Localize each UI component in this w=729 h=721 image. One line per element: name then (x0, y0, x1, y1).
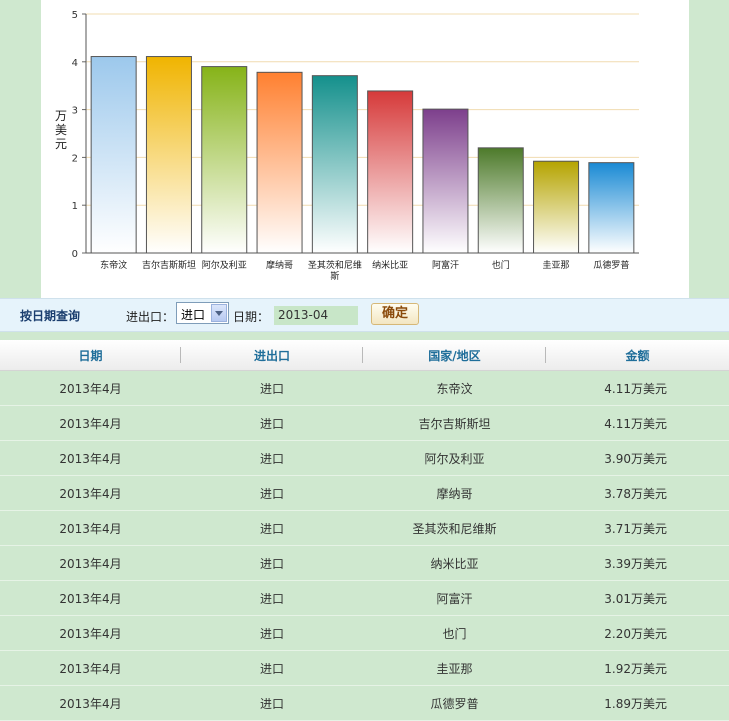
direction-select-value: 进口 (181, 308, 206, 322)
cell-amount: 3.90万美元 (546, 440, 729, 476)
x-tick-label: 圣其茨和尼维斯 (308, 259, 362, 282)
cell-country: 阿尔及利亚 (363, 440, 546, 476)
bar (90, 56, 137, 254)
cell-amount: 3.39万美元 (546, 545, 729, 581)
cell-direction: 进口 (181, 685, 363, 721)
y-tick-label: 0 (72, 249, 78, 260)
table-row: 2013年4月 进口 也门 2.20万美元 (0, 615, 729, 651)
cell-direction: 进口 (181, 475, 363, 511)
cell-date: 2013年4月 (0, 650, 181, 686)
table-header-row: 日期 进出口 国家/地区 金额 (0, 340, 729, 371)
x-tick-label: 瓜德罗普 (593, 259, 629, 271)
cell-country: 也门 (363, 615, 546, 651)
table-row: 2013年4月 进口 纳米比亚 3.39万美元 (0, 545, 729, 581)
table-row: 2013年4月 进口 瓜德罗普 1.89万美元 (0, 685, 729, 721)
bar (201, 66, 248, 254)
y-tick-label: 1 (72, 201, 78, 212)
cell-country: 阿富汗 (363, 580, 546, 616)
query-bar: 按日期查询 进出口： 进口 日期： 2013-04 确定 (0, 298, 729, 332)
cell-country: 东帝汶 (363, 370, 546, 406)
x-tick-label: 摩纳哥 (266, 259, 293, 271)
x-tick-label: 吉尔吉斯斯坦 (142, 259, 196, 271)
bar (533, 160, 580, 254)
cell-direction: 进口 (181, 545, 363, 581)
table-row: 2013年4月 进口 摩纳哥 3.78万美元 (0, 475, 729, 511)
cell-amount: 3.01万美元 (546, 580, 729, 616)
cell-date: 2013年4月 (0, 580, 181, 616)
cell-country: 圭亚那 (363, 650, 546, 686)
table-row: 2013年4月 进口 阿富汗 3.01万美元 (0, 580, 729, 616)
y-tick-label: 4 (72, 58, 78, 69)
cell-amount: 4.11万美元 (546, 370, 729, 406)
cell-amount: 4.11万美元 (546, 405, 729, 441)
bar (422, 108, 469, 254)
cell-direction: 进口 (181, 440, 363, 476)
page: 0 1 2 3 4 5 万美元 东帝汶 吉尔吉斯斯坦 阿尔及利亚 摩纳哥 圣其茨和尼维斯 纳米比亚 阿富汗… (0, 0, 729, 721)
table-row: 2013年4月 进口 东帝汶 4.11万美元 (0, 370, 729, 406)
date-input[interactable]: 2013-04 (274, 306, 358, 325)
cell-amount: 1.92万美元 (546, 650, 729, 686)
y-tick-label: 5 (72, 10, 78, 21)
cell-date: 2013年4月 (0, 685, 181, 721)
query-title: 按日期查询 (20, 309, 81, 323)
bar-chart: 0 1 2 3 4 5 万美元东帝汶 吉尔吉斯斯坦 阿尔及利亚 摩纳哥 圣其茨和尼维斯纳米比亚 阿富汗… (55, 10, 639, 282)
cell-direction: 进口 (181, 405, 363, 441)
cell-direction: 进口 (181, 580, 363, 616)
cell-date: 2013年4月 (0, 510, 181, 546)
cell-direction: 进口 (181, 510, 363, 546)
y-tick-label: 2 (72, 153, 78, 164)
chart-panel: 0 1 2 3 4 5 万美元东帝汶 吉尔吉斯斯坦 阿尔及利亚 摩纳哥 圣其茨和尼维斯 纳米比亚 阿富汗… (41, 0, 689, 298)
column-header-date: 日期 (0, 340, 181, 371)
bar (588, 162, 635, 254)
cell-country: 摩纳哥 (363, 475, 546, 511)
x-tick-label: 纳米比亚 (372, 259, 408, 271)
cell-date: 2013年4月 (0, 615, 181, 651)
cell-amount: 1.89万美元 (546, 685, 729, 721)
cell-date: 2013年4月 (0, 440, 181, 476)
cell-date: 2013年4月 (0, 475, 181, 511)
cell-direction: 进口 (181, 615, 363, 651)
bar (145, 56, 192, 254)
column-header-amount: 金额 (546, 340, 729, 371)
cell-date: 2013年4月 (0, 545, 181, 581)
direction-label: 进出口： (126, 310, 175, 324)
table-row: 2013年4月 进口 阿尔及利亚 3.90万美元 (0, 440, 729, 476)
confirm-button-label: 确定 (381, 306, 408, 321)
data-table: 日期 进出口 国家/地区 金额 2013年4月 进口 东帝汶 4.11万美元 2… (0, 340, 729, 721)
cell-direction: 进口 (181, 650, 363, 686)
x-tick-label: 阿富汗 (432, 259, 459, 271)
cell-country: 吉尔吉斯斯坦 (363, 405, 546, 441)
direction-select[interactable]: 进口 (176, 302, 229, 324)
bar (367, 90, 414, 254)
cell-amount: 2.20万美元 (546, 615, 729, 651)
confirm-button[interactable]: 确定 (371, 303, 419, 325)
chevron-down-icon[interactable] (211, 304, 227, 322)
cell-country: 瓜德罗普 (363, 685, 546, 721)
bar (256, 71, 303, 254)
cell-date: 2013年4月 (0, 370, 181, 406)
bar (311, 75, 358, 254)
cell-country: 纳米比亚 (363, 545, 546, 581)
x-tick-label: 阿尔及利亚 (202, 259, 247, 271)
cell-amount: 3.71万美元 (546, 510, 729, 546)
y-tick-label: 3 (72, 106, 78, 117)
x-tick-label: 东帝汶 (100, 259, 127, 271)
date-input-value: 2013-04 (278, 308, 329, 322)
table-row: 2013年4月 进口 圭亚那 1.92万美元 (0, 650, 729, 686)
cell-amount: 3.78万美元 (546, 475, 729, 511)
table-row: 2013年4月 进口 吉尔吉斯斯坦 4.11万美元 (0, 405, 729, 441)
bar (477, 147, 524, 254)
y-axis-label: 万美元 (55, 109, 67, 151)
table-row: 2013年4月 进口 圣其茨和尼维斯 3.71万美元 (0, 510, 729, 546)
x-tick-label: 圭亚那 (543, 259, 570, 271)
column-header-country: 国家/地区 (363, 340, 546, 371)
cell-direction: 进口 (181, 370, 363, 406)
cell-country: 圣其茨和尼维斯 (363, 510, 546, 546)
x-tick-label: 也门 (492, 259, 510, 271)
date-label: 日期： (233, 310, 270, 324)
column-header-direction: 进出口 (181, 340, 363, 371)
cell-date: 2013年4月 (0, 405, 181, 441)
